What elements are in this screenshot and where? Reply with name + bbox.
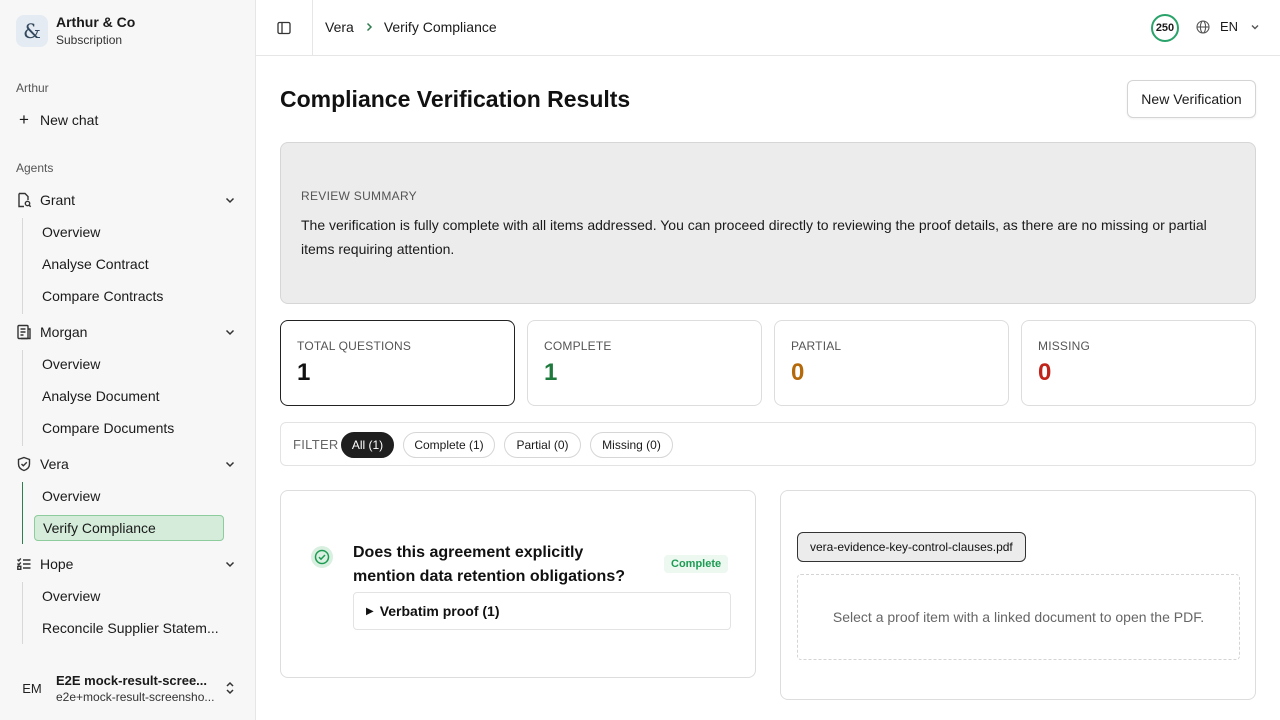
agent-vera[interactable]: Vera xyxy=(16,452,240,476)
triangle-right-icon: ▶ xyxy=(366,605,374,617)
header-divider xyxy=(312,0,313,56)
language-code: EN xyxy=(1220,19,1239,34)
breadcrumb-verify-compliance: Verify Compliance xyxy=(383,19,497,35)
stat-label: MISSING xyxy=(1038,339,1091,353)
page-title: Compliance Verification Results xyxy=(280,86,631,112)
verbatim-proof-toggle[interactable]: ▶ Verbatim proof (1) xyxy=(353,592,731,630)
stat-complete[interactable]: COMPLETE 1 xyxy=(527,320,762,406)
stat-label: COMPLETE xyxy=(544,339,612,353)
check-circle-icon xyxy=(311,546,333,568)
section-label-user: Arthur xyxy=(16,81,49,95)
agent-name: Hope xyxy=(40,556,74,572)
language-selector[interactable]: EN xyxy=(1196,19,1260,34)
stat-total-questions[interactable]: TOTAL QUESTIONS 1 xyxy=(280,320,515,406)
checklist-icon xyxy=(16,556,32,572)
review-summary-panel: REVIEW SUMMARY The verification is fully… xyxy=(280,142,1256,304)
agent-hope[interactable]: Hope xyxy=(16,552,240,576)
chevron-down-icon[interactable] xyxy=(224,558,236,570)
stat-label: PARTIAL xyxy=(791,339,842,353)
filter-chip-missing[interactable]: Missing (0) xyxy=(590,432,673,458)
globe-icon xyxy=(1196,19,1210,34)
stat-missing[interactable]: MISSING 0 xyxy=(1021,320,1256,406)
stat-label: TOTAL QUESTIONS xyxy=(297,339,412,353)
question-text: Does this agreement explicitly mention d… xyxy=(353,544,625,585)
stat-value: 0 xyxy=(791,359,805,386)
filter-bar: FILTER All (1) Complete (1) Partial (0) … xyxy=(280,422,1256,466)
status-badge: Complete xyxy=(664,555,729,573)
user-email: e2e+mock-result-screensho... xyxy=(56,689,215,704)
agent-name: Grant xyxy=(40,192,76,208)
review-summary-text: The verification is fully complete with … xyxy=(301,217,1207,257)
chevrons-up-down-icon xyxy=(226,681,234,695)
credits-badge[interactable]: 250 xyxy=(1151,14,1179,42)
review-summary-label: REVIEW SUMMARY xyxy=(301,189,417,203)
chevron-right-icon xyxy=(366,22,372,32)
proof-document-panel: vera-evidence-key-control-clauses.pdf Se… xyxy=(780,490,1256,700)
question-card: Does this agreement explicitly mention d… xyxy=(280,490,756,678)
agent-grant-items: Overview Analyse Contract Compare Contra… xyxy=(22,218,240,314)
filter-chip-partial[interactable]: Partial (0) xyxy=(504,432,581,458)
agent-morgan[interactable]: Morgan xyxy=(16,320,240,344)
filter-chip-all[interactable]: All (1) xyxy=(341,432,394,458)
user-menu[interactable]: EM E2E mock-result-scree... e2e+mock-res… xyxy=(16,668,246,708)
stat-value: 0 xyxy=(1038,359,1052,386)
filter-chip-complete[interactable]: Complete (1) xyxy=(403,432,495,458)
new-chat-button[interactable]: + New chat xyxy=(16,110,240,130)
sidebar-item-compare-contracts[interactable]: Compare Contracts xyxy=(34,283,224,309)
agent-name: Morgan xyxy=(40,324,88,340)
stat-partial[interactable]: PARTIAL 0 xyxy=(774,320,1009,406)
org-logo: & xyxy=(16,15,48,47)
sidebar: & Arthur & Co Subscription Arthur + New … xyxy=(0,0,256,720)
sidebar-item-morgan-overview[interactable]: Overview xyxy=(34,351,224,377)
verbatim-proof-label: Verbatim proof (1) xyxy=(379,603,500,619)
top-header: Vera Verify Compliance 250 EN xyxy=(256,0,1280,56)
shield-check-icon xyxy=(16,456,32,472)
filter-label: FILTER xyxy=(293,437,339,452)
agent-hope-items: Overview Reconcile Supplier Statem... xyxy=(22,582,240,644)
agent-morgan-items: Overview Analyse Document Compare Docume… xyxy=(22,350,240,446)
pdf-placeholder: Select a proof item with a linked docume… xyxy=(797,574,1240,660)
stat-value: 1 xyxy=(297,359,311,386)
evidence-file-chip[interactable]: vera-evidence-key-control-clauses.pdf xyxy=(797,532,1026,562)
chevron-down-icon xyxy=(1251,24,1259,29)
breadcrumb-vera[interactable]: Vera xyxy=(325,19,354,35)
chevron-down-icon[interactable] xyxy=(224,194,236,206)
breadcrumb: Vera Verify Compliance xyxy=(325,19,497,35)
sidebar-item-analyse-document[interactable]: Analyse Document xyxy=(34,383,224,409)
agent-grant[interactable]: Grant xyxy=(16,188,240,212)
agent-vera-items: Overview Verify Compliance xyxy=(22,482,240,544)
org-plan: Subscription xyxy=(56,33,123,47)
org-switcher[interactable]: & Arthur & Co Subscription xyxy=(16,14,135,48)
agent-name: Vera xyxy=(40,456,69,472)
sidebar-item-analyse-contract[interactable]: Analyse Contract xyxy=(34,251,224,277)
sidebar-toggle-icon[interactable] xyxy=(276,20,292,36)
sidebar-item-reconcile-supplier[interactable]: Reconcile Supplier Statem... xyxy=(34,615,224,641)
stat-value: 1 xyxy=(544,359,558,386)
chevron-down-icon[interactable] xyxy=(224,326,236,338)
plus-icon: + xyxy=(19,110,29,129)
document-lines-icon xyxy=(16,324,32,340)
sidebar-item-grant-overview[interactable]: Overview xyxy=(34,219,224,245)
sidebar-item-compare-documents[interactable]: Compare Documents xyxy=(34,415,224,441)
new-verification-button[interactable]: New Verification xyxy=(1127,80,1256,118)
new-chat-label: New chat xyxy=(40,112,99,128)
org-name: Arthur & Co xyxy=(56,14,136,30)
user-name: E2E mock-result-scree... xyxy=(56,672,208,688)
file-search-icon xyxy=(16,192,32,208)
section-label-agents: Agents xyxy=(16,161,54,175)
avatar: EM xyxy=(22,680,42,696)
sidebar-item-hope-overview[interactable]: Overview xyxy=(34,583,224,609)
chevron-down-icon[interactable] xyxy=(224,458,236,470)
sidebar-item-vera-overview[interactable]: Overview xyxy=(34,483,224,509)
sidebar-item-verify-compliance[interactable]: Verify Compliance xyxy=(34,515,224,541)
